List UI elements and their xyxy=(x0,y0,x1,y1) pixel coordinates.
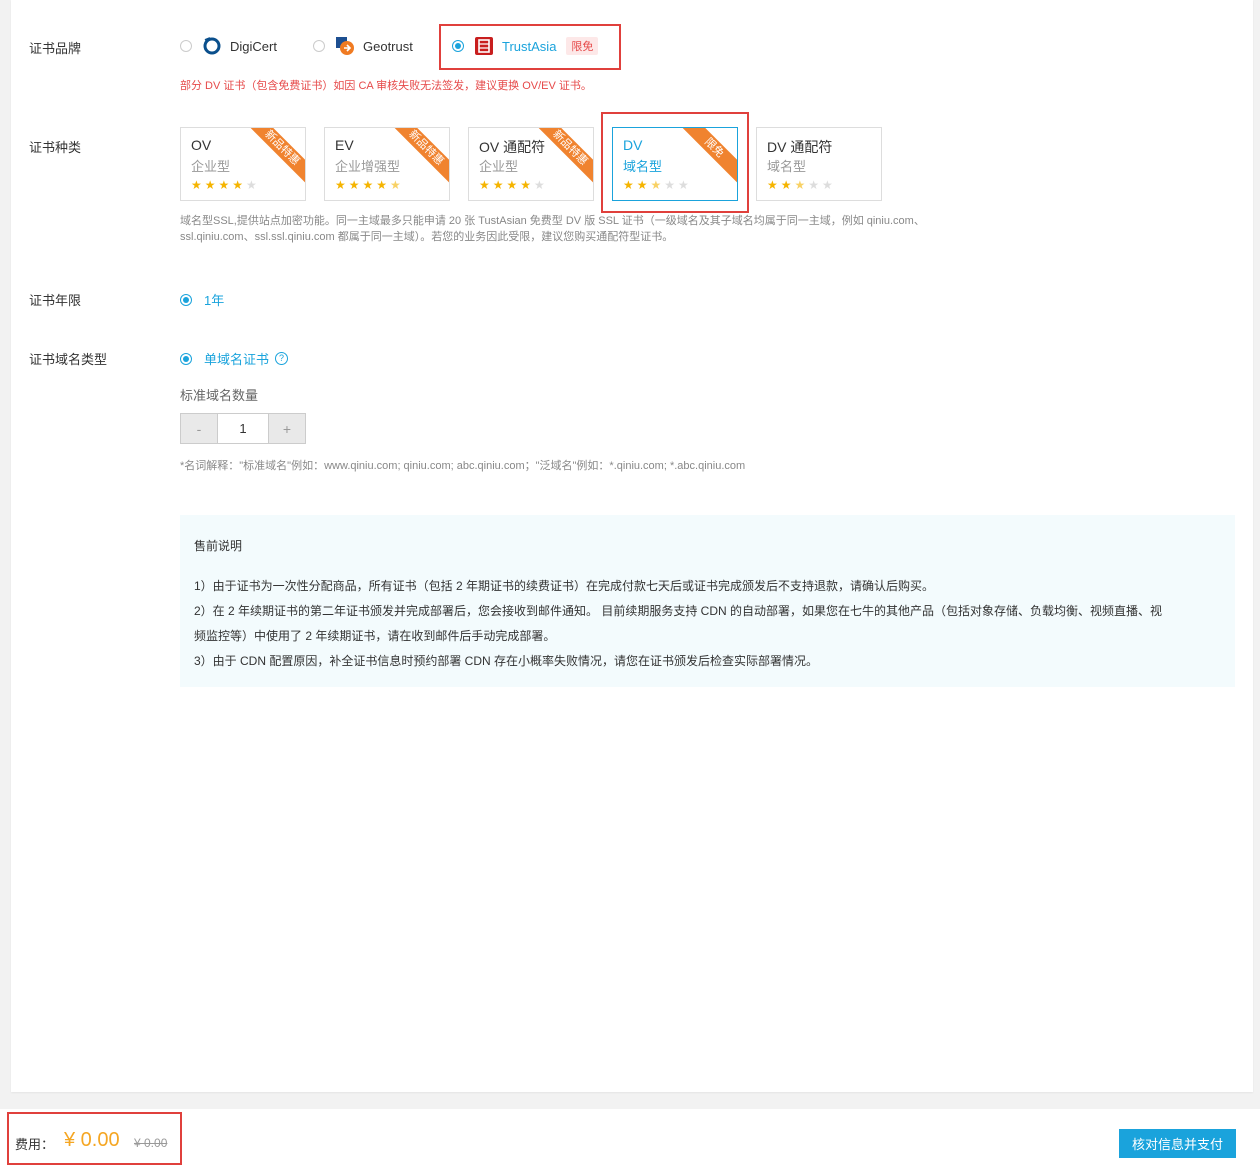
presale-item: 2）在 2 年续期证书的第二年证书颁发并完成部署后，您会接收到邮件通知。 目前续… xyxy=(194,604,1163,618)
cert-type-card-ov-wildcard[interactable]: OV 通配符 企业型 ★★★★★ 新品特惠 xyxy=(468,127,594,201)
order-form-panel: 证书品牌 DigiCert Geotrust TrustAsia 限免 部分 D… xyxy=(11,0,1253,1092)
star-icon: ★ xyxy=(246,178,260,192)
type-label: 证书种类 xyxy=(29,140,82,155)
highlight-box-dv xyxy=(601,112,749,213)
cert-type-title: OV xyxy=(191,137,212,153)
checkout-footer: 费用： ¥ 0.00 ¥ 0.00 核对信息并支付 xyxy=(0,1109,1260,1168)
cert-type-subtitle: 企业型 xyxy=(479,159,519,174)
presale-item: 频监控等）中使用了 2 年续期证书，请在收到邮件后手动完成部署。 xyxy=(194,629,556,643)
cert-type-title: DV 通配符 xyxy=(767,139,833,155)
verify-and-pay-button[interactable]: 核对信息并支付 xyxy=(1119,1129,1236,1158)
cert-type-subtitle: 企业型 xyxy=(191,159,231,174)
rating-stars: ★★★★★ xyxy=(767,178,836,192)
cert-type-title: EV xyxy=(335,137,354,153)
brand-name: Geotrust xyxy=(363,38,413,54)
star-icon: ★★★★ xyxy=(191,178,247,192)
star-icon: ★ xyxy=(534,178,548,192)
rating-stars: ★★★★★ xyxy=(335,178,404,192)
presale-item: 1）由于证书为一次性分配商品，所有证书（包括 2 年期证书的续费证书）在完成付款… xyxy=(194,579,935,593)
radio-icon[interactable] xyxy=(180,40,192,52)
rating-stars: ★★★★★ xyxy=(191,178,260,192)
rating-stars: ★★★★★ xyxy=(479,178,548,192)
cert-type-subtitle: 域名型 xyxy=(767,159,807,174)
brand-label: 证书品牌 xyxy=(29,41,82,56)
radio-icon[interactable] xyxy=(313,40,325,52)
brand-name: DigiCert xyxy=(230,38,277,54)
brand-option-geotrust[interactable]: Geotrust xyxy=(313,34,413,58)
type-note-line-1: 域名型SSL,提供站点加密功能。同一主域最多只能申请 20 张 TustAsia… xyxy=(180,215,925,227)
cert-type-subtitle: 企业增强型 xyxy=(335,159,401,174)
help-icon[interactable]: ? xyxy=(275,352,289,365)
domain-count-input[interactable]: 1 xyxy=(217,414,269,443)
decrement-button[interactable]: - xyxy=(181,414,217,443)
radio-icon[interactable] xyxy=(180,293,192,306)
star-icon: ★★★★ xyxy=(479,178,535,192)
presale-title: 售前说明 xyxy=(194,539,243,553)
cert-type-title: OV 通配符 xyxy=(479,139,546,155)
domain-count-label: 标准域名数量 xyxy=(180,388,259,403)
presale-notice: 售前说明 1）由于证书为一次性分配商品，所有证书（包括 2 年期证书的续费证书）… xyxy=(180,515,1235,687)
domain-type-label: 证书域名类型 xyxy=(29,352,108,367)
radio-icon[interactable] xyxy=(180,352,192,365)
domain-option-label: 单域名证书 xyxy=(204,352,270,367)
years-label: 证书年限 xyxy=(29,293,82,308)
promo-ribbon: 新品特惠 xyxy=(244,128,305,186)
brand-warning-text: 部分 DV 证书（包含免费证书）如因 CA 审核失败无法签发，建议更换 OV/E… xyxy=(180,80,592,92)
half-star-icon: ★ xyxy=(794,178,809,192)
digicert-logo-icon xyxy=(202,36,222,56)
brand-option-digicert[interactable]: DigiCert xyxy=(180,34,277,58)
star-icon: ★★★★ xyxy=(335,178,391,192)
star-icon: ★★ xyxy=(767,178,795,192)
cert-type-card-ev[interactable]: EV 企业增强型 ★★★★★ 新品特惠 xyxy=(324,127,450,201)
years-option-label: 1年 xyxy=(204,293,225,308)
domain-note: *名词解释："标准域名"例如：www.qiniu.com; qiniu.com;… xyxy=(180,460,746,472)
years-option-1[interactable]: 1年 xyxy=(180,290,224,309)
star-icon: ★★ xyxy=(808,178,836,192)
cert-type-card-dv-wildcard[interactable]: DV 通配符 域名型 ★★★★★ xyxy=(756,127,882,201)
highlight-box-fee xyxy=(7,1112,182,1165)
domain-count-stepper[interactable]: - 1 + xyxy=(180,413,306,444)
highlight-box-brand xyxy=(439,24,621,70)
cert-type-card-ov[interactable]: OV 企业型 ★★★★★ 新品特惠 xyxy=(180,127,306,201)
presale-item: 3）由于 CDN 配置原因，补全证书信息时预约部署 CDN 存在小概率失败情况，… xyxy=(194,654,819,668)
increment-button[interactable]: + xyxy=(269,414,305,443)
type-note-line-2: ssl.qiniu.com、ssl.ssl.qiniu.com 都属于同一主域）… xyxy=(180,231,674,243)
half-star-icon: ★ xyxy=(390,178,404,192)
geotrust-logo-icon xyxy=(335,36,355,56)
domain-option-single[interactable]: 单域名证书 ? xyxy=(180,349,289,368)
